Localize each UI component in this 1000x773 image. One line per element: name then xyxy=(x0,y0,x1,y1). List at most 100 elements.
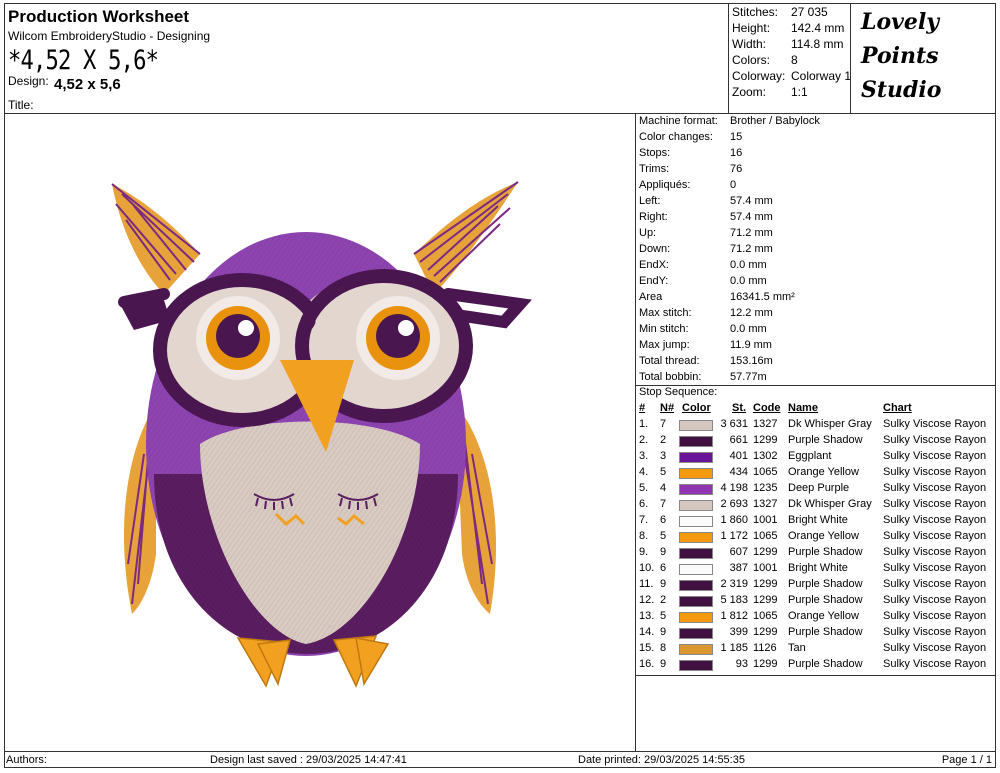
col-header-stitches: St. xyxy=(732,402,747,414)
stat-label: Trims: xyxy=(639,163,670,175)
stat-value: 0 xyxy=(730,179,737,191)
thread-color-swatch xyxy=(679,660,713,671)
row-color-name: Eggplant xyxy=(788,450,832,462)
row-stitches: 387 xyxy=(729,562,748,574)
row-needle: 6 xyxy=(660,514,667,526)
stat-value: 0.0 mm xyxy=(730,323,767,335)
logo-line-2: Points xyxy=(861,43,939,69)
col-header-name: Name xyxy=(788,402,818,414)
stop-sequence-row: 9. 9 607 1299 Purple Shadow Sulky Viscose Ray… xyxy=(636,546,996,562)
row-stitches: 2 693 xyxy=(720,498,748,510)
footer-authors: Authors: xyxy=(6,754,47,766)
row-index: 4. xyxy=(639,466,649,478)
stat-label: Machine format: xyxy=(639,115,718,127)
stop-sequence: Stop Sequence: # N# Color St. Code Name … xyxy=(636,386,996,676)
row-index: 1. xyxy=(639,418,649,430)
stop-sequence-title: Stop Sequence: xyxy=(639,386,718,398)
stop-sequence-row: 8. 5 1 172 1065 Orange Yellow Sulky Viscose R… xyxy=(636,530,996,546)
design-preview xyxy=(4,114,636,751)
row-color-name: Purple Shadow xyxy=(788,626,863,638)
stat-value: 76 xyxy=(730,163,743,175)
stat-value: 16341.5 mm² xyxy=(730,291,795,303)
row-chart: Sulky Viscose Rayon xyxy=(883,578,987,590)
thread-color-swatch xyxy=(679,548,713,559)
thread-color-swatch xyxy=(679,644,713,655)
row-code: 1327 xyxy=(753,498,778,510)
info-stitches-label: Stitches: xyxy=(732,5,779,19)
row-color-name: Dk Whisper Gray xyxy=(788,498,872,510)
footer-page-number: Page 1 / 1 xyxy=(941,754,992,766)
row-chart: Sulky Viscose Rayon xyxy=(883,642,987,654)
stat-label: Total thread: xyxy=(639,355,700,367)
stop-sequence-header: # N# Color St. Code Name Chart xyxy=(636,402,996,418)
row-color-name: Bright White xyxy=(788,562,848,574)
stop-sequence-row: 3. 3 401 1302 Eggplant Sulky Viscose Rayon xyxy=(636,450,996,466)
stat-value: 71.2 mm xyxy=(730,243,773,255)
row-index: 10. xyxy=(639,562,655,574)
thread-color-swatch xyxy=(679,500,713,511)
row-stitches: 1 185 xyxy=(720,642,748,654)
row-needle: 4 xyxy=(660,482,667,494)
thread-color-swatch xyxy=(679,436,713,447)
row-chart: Sulky Viscose Rayon xyxy=(883,594,987,606)
right-ear-tuft xyxy=(413,181,519,294)
owl-embroidery-image xyxy=(111,181,532,688)
info-zoom-value: 1:1 xyxy=(791,85,808,99)
stop-sequence-row: 10. 6 387 1001 Bright White Sulky Viscose Ray… xyxy=(636,562,996,578)
row-stitches: 399 xyxy=(729,626,748,638)
stat-label: EndY: xyxy=(639,275,669,287)
row-stitches: 2 319 xyxy=(720,578,748,590)
row-stitches: 1 860 xyxy=(720,514,748,526)
stat-label: Max jump: xyxy=(639,339,690,351)
left-eye xyxy=(196,296,280,380)
row-chart: Sulky Viscose Rayon xyxy=(883,498,987,510)
row-index: 15. xyxy=(639,642,655,654)
stat-label: EndX: xyxy=(639,259,669,271)
production-worksheet: Production Worksheet Wilcom EmbroiderySt… xyxy=(0,0,1000,773)
machine-stats: Machine format: Brother / Babylock Color … xyxy=(636,114,996,386)
stat-value: 57.4 mm xyxy=(730,195,773,207)
worksheet-title: Production Worksheet xyxy=(8,7,190,26)
right-eye xyxy=(356,296,440,380)
row-index: 11. xyxy=(639,578,654,590)
stat-label: Down: xyxy=(639,243,671,255)
row-index: 12. xyxy=(639,594,655,606)
row-index: 5. xyxy=(639,482,649,494)
row-needle: 3 xyxy=(660,450,667,462)
stat-label: Appliqués: xyxy=(639,179,691,191)
stat-value: 57.77m xyxy=(730,371,767,383)
stop-sequence-row: 12. 2 5 183 1299 Purple Shadow Sulky Viscose … xyxy=(636,594,996,610)
row-needle: 8 xyxy=(660,642,667,654)
row-chart: Sulky Viscose Rayon xyxy=(883,658,987,670)
row-index: 13. xyxy=(639,610,655,622)
thread-color-swatch xyxy=(679,420,713,431)
row-needle: 7 xyxy=(660,498,667,510)
footer: Authors: Design last saved : 29/03/2025 … xyxy=(4,751,996,768)
stop-sequence-row: 7. 6 1 860 1001 Bright White Sulky Viscose Ra… xyxy=(636,514,996,530)
stat-value: 0.0 mm xyxy=(730,275,767,287)
row-chart: Sulky Viscose Rayon xyxy=(883,530,987,542)
thread-color-swatch xyxy=(679,596,713,607)
col-header-chart: Chart xyxy=(883,402,912,414)
row-code: 1299 xyxy=(753,546,778,558)
logo-line-1: Lovely xyxy=(861,9,940,35)
row-code: 1299 xyxy=(753,434,778,446)
row-color-name: Orange Yellow xyxy=(788,610,859,622)
info-colors-value: 8 xyxy=(791,53,798,67)
row-color-name: Deep Purple xyxy=(788,482,850,494)
thread-color-swatch xyxy=(679,468,713,479)
design-label: Design: xyxy=(8,74,49,88)
stat-label: Total bobbin: xyxy=(639,371,702,383)
stat-value: 71.2 mm xyxy=(730,227,773,239)
row-chart: Sulky Viscose Rayon xyxy=(883,626,987,638)
row-index: 9. xyxy=(639,546,649,558)
stat-label: Left: xyxy=(639,195,661,207)
row-color-name: Purple Shadow xyxy=(788,578,863,590)
thread-color-swatch xyxy=(679,564,713,575)
row-chart: Sulky Viscose Rayon xyxy=(883,546,987,558)
row-color-name: Purple Shadow xyxy=(788,658,863,670)
logo-line-3: Studio xyxy=(861,77,942,103)
row-color-name: Purple Shadow xyxy=(788,434,863,446)
row-needle: 6 xyxy=(660,562,667,574)
row-needle: 7 xyxy=(660,418,667,430)
